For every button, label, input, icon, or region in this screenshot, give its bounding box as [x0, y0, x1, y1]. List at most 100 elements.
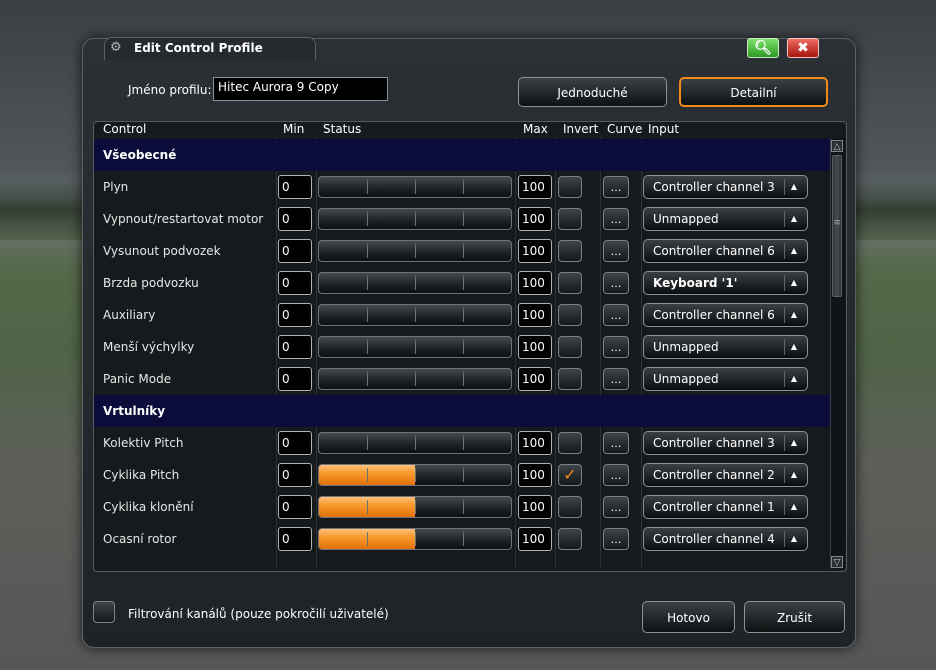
- min-input[interactable]: 0: [278, 527, 312, 551]
- max-input[interactable]: 100: [518, 271, 552, 295]
- input-select-value: Keyboard '1': [653, 276, 738, 290]
- min-input[interactable]: 0: [278, 303, 312, 327]
- input-select[interactable]: Unmapped ▲: [643, 367, 808, 391]
- status-tick: [415, 276, 416, 290]
- max-input[interactable]: 100: [518, 335, 552, 359]
- channel-filter-checkbox[interactable]: [93, 601, 115, 623]
- min-input[interactable]: 0: [278, 367, 312, 391]
- scroll-up-button[interactable]: △: [831, 140, 843, 152]
- max-input[interactable]: 100: [518, 303, 552, 327]
- input-select-value: Controller channel 3: [653, 436, 775, 450]
- control-label: Vysunout podvozek: [103, 244, 221, 258]
- invert-checkbox[interactable]: ✓: [558, 464, 582, 486]
- invert-checkbox[interactable]: [558, 336, 582, 358]
- status-tick: [415, 500, 416, 514]
- close-button[interactable]: ✖: [787, 38, 819, 58]
- status-tick: [463, 308, 464, 322]
- status-bar: [318, 496, 512, 518]
- scroll-down-button[interactable]: ▽: [831, 556, 843, 568]
- min-input[interactable]: 0: [278, 431, 312, 455]
- invert-checkbox[interactable]: [558, 528, 582, 550]
- dropdown-arrow-icon: ▲: [784, 243, 803, 259]
- cancel-button[interactable]: Zrušit: [744, 601, 845, 633]
- profile-name-input[interactable]: Hitec Aurora 9 Copy: [213, 77, 388, 101]
- dropdown-arrow-icon: ▲: [784, 467, 803, 483]
- max-input[interactable]: 100: [518, 527, 552, 551]
- min-input[interactable]: 0: [278, 239, 312, 263]
- curve-button[interactable]: ...: [603, 272, 629, 294]
- max-input[interactable]: 100: [518, 175, 552, 199]
- min-input[interactable]: 0: [278, 207, 312, 231]
- curve-button[interactable]: ...: [603, 240, 629, 262]
- max-input[interactable]: 100: [518, 367, 552, 391]
- min-input[interactable]: 0: [278, 463, 312, 487]
- col-divider: [276, 137, 277, 569]
- dropdown-arrow-icon: ▲: [784, 211, 803, 227]
- dropdown-arrow-icon: ▲: [784, 435, 803, 451]
- curve-button[interactable]: ...: [603, 464, 629, 486]
- status-tick: [367, 372, 368, 386]
- status-tick: [415, 308, 416, 322]
- input-select[interactable]: Controller channel 4 ▲: [643, 527, 808, 551]
- status-bar: [318, 368, 512, 390]
- dropdown-arrow-icon: ▲: [784, 371, 803, 387]
- max-input[interactable]: 100: [518, 463, 552, 487]
- curve-button[interactable]: ...: [603, 368, 629, 390]
- invert-checkbox[interactable]: [558, 240, 582, 262]
- input-select[interactable]: Controller channel 3 ▲: [643, 431, 808, 455]
- input-select[interactable]: Unmapped ▲: [643, 335, 808, 359]
- status-tick: [463, 532, 464, 546]
- min-input[interactable]: 0: [278, 495, 312, 519]
- min-input[interactable]: 0: [278, 175, 312, 199]
- input-select[interactable]: Controller channel 6 ▲: [643, 303, 808, 327]
- input-select[interactable]: Controller channel 3 ▲: [643, 175, 808, 199]
- min-input[interactable]: 0: [278, 271, 312, 295]
- curve-button[interactable]: ...: [603, 528, 629, 550]
- col-header-min: Min: [283, 122, 305, 136]
- curve-button[interactable]: ...: [603, 336, 629, 358]
- dropdown-arrow-icon: ▲: [784, 275, 803, 291]
- input-select[interactable]: Controller channel 1 ▲: [643, 495, 808, 519]
- invert-checkbox[interactable]: [558, 176, 582, 198]
- done-button[interactable]: Hotovo: [642, 601, 735, 633]
- invert-checkbox[interactable]: [558, 304, 582, 326]
- status-bar: [318, 208, 512, 230]
- input-select[interactable]: Unmapped ▲: [643, 207, 808, 231]
- max-input[interactable]: 100: [518, 239, 552, 263]
- invert-checkbox[interactable]: [558, 208, 582, 230]
- status-tick: [463, 276, 464, 290]
- curve-button[interactable]: ...: [603, 208, 629, 230]
- input-select-value: Controller channel 1: [653, 500, 775, 514]
- status-tick: [415, 372, 416, 386]
- scrollbar-thumb[interactable]: ≡: [832, 155, 842, 297]
- channel-filter-label: Filtrování kanálů (pouze pokročilí uživa…: [128, 607, 389, 621]
- simple-mode-button[interactable]: Jednoduché: [518, 77, 667, 107]
- invert-checkbox[interactable]: [558, 272, 582, 294]
- status-tick: [463, 500, 464, 514]
- max-input[interactable]: 100: [518, 207, 552, 231]
- invert-checkbox[interactable]: [558, 368, 582, 390]
- invert-checkbox[interactable]: [558, 496, 582, 518]
- max-input[interactable]: 100: [518, 495, 552, 519]
- detailed-mode-button[interactable]: Detailní: [679, 77, 828, 107]
- input-select-value: Controller channel 2: [653, 468, 775, 482]
- control-label: Ocasní rotor: [103, 532, 177, 546]
- max-input[interactable]: 100: [518, 431, 552, 455]
- curve-button[interactable]: ...: [603, 304, 629, 326]
- status-bar: [318, 528, 512, 550]
- status-bar: [318, 176, 512, 198]
- min-input[interactable]: 0: [278, 335, 312, 359]
- input-select[interactable]: Controller channel 6 ▲: [643, 239, 808, 263]
- search-button[interactable]: 🔍︎: [747, 38, 779, 58]
- status-bar: [318, 464, 512, 486]
- input-select[interactable]: Keyboard '1' ▲: [643, 271, 808, 295]
- control-label: Vypnout/restartovat motor: [103, 212, 264, 226]
- curve-button[interactable]: ...: [603, 176, 629, 198]
- curve-button[interactable]: ...: [603, 432, 629, 454]
- input-select[interactable]: Controller channel 2 ▲: [643, 463, 808, 487]
- curve-button[interactable]: ...: [603, 496, 629, 518]
- invert-checkbox[interactable]: [558, 432, 582, 454]
- control-label: Auxiliary: [103, 308, 156, 322]
- section-title: Všeobecné: [103, 148, 177, 162]
- status-tick: [367, 212, 368, 226]
